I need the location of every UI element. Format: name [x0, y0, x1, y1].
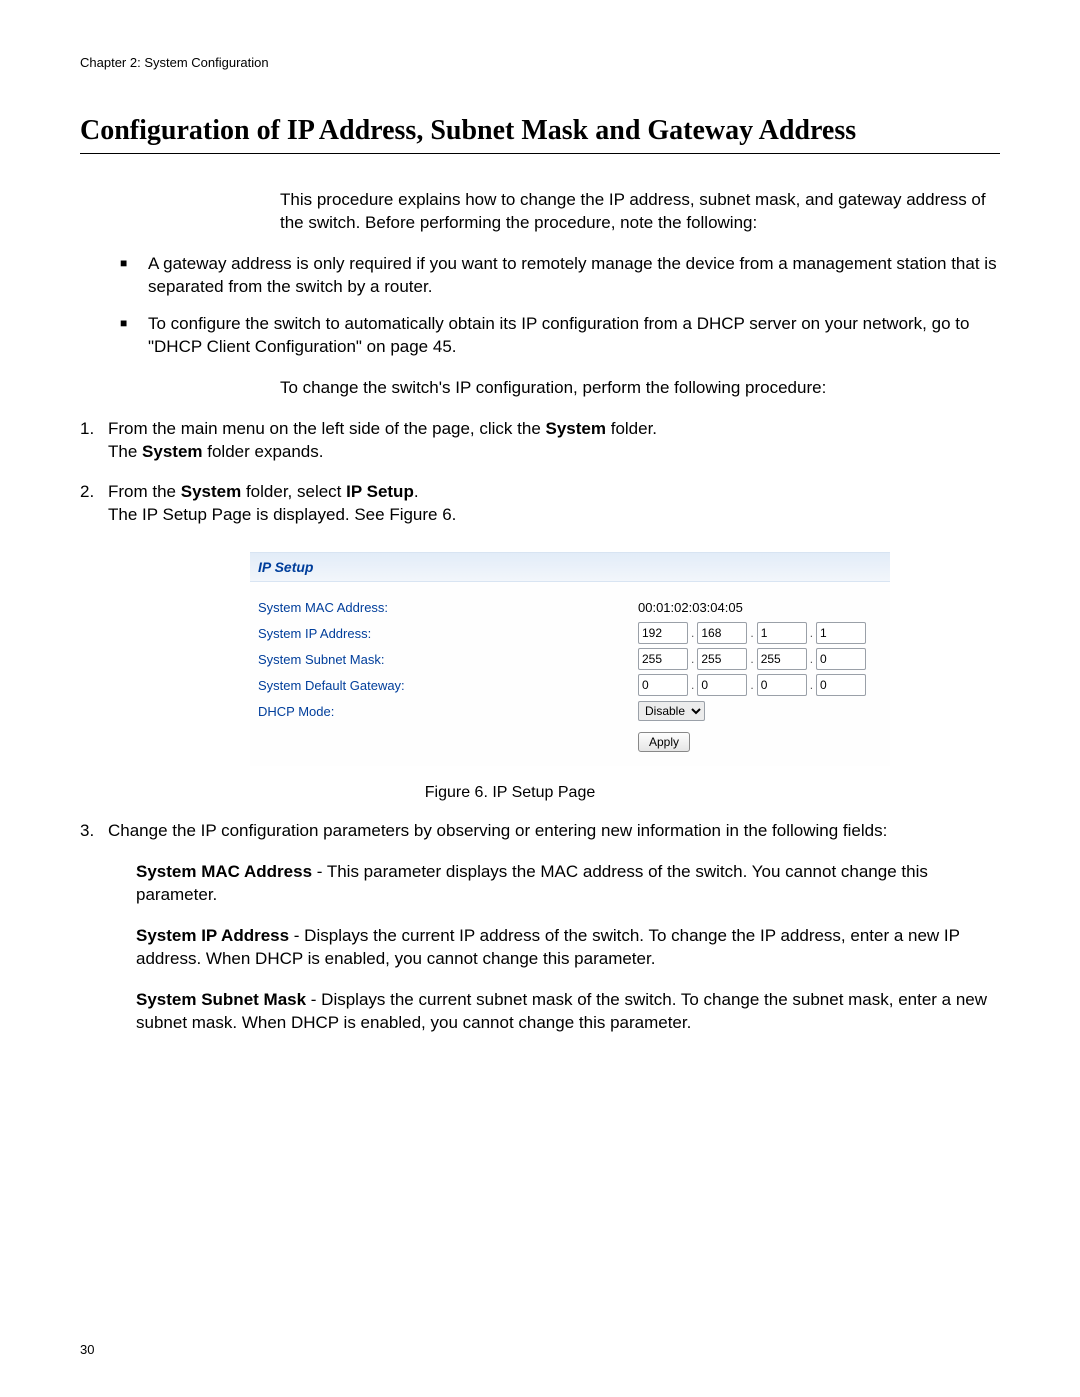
- dot-separator: .: [747, 652, 756, 666]
- row-dhcp: DHCP Mode: Disable: [258, 700, 882, 722]
- dot-separator: .: [807, 678, 816, 692]
- def-ip-bold: System IP Address: [136, 926, 289, 945]
- step-text: From the main menu on the left side of t…: [108, 419, 546, 438]
- gw-octet-4[interactable]: [816, 674, 866, 696]
- def-ip: System IP Address - Displays the current…: [108, 925, 1000, 971]
- steps-list: From the main menu on the left side of t…: [80, 418, 1000, 528]
- step-text: .: [414, 482, 419, 501]
- label-ip: System IP Address:: [258, 626, 638, 641]
- system-bold: System: [546, 419, 606, 438]
- ip-setup-header: IP Setup: [250, 552, 890, 582]
- system-bold: System: [181, 482, 241, 501]
- step-text: folder, select: [241, 482, 346, 501]
- step-text: The: [108, 442, 142, 461]
- gw-octet-2[interactable]: [697, 674, 747, 696]
- ip-octet-3[interactable]: [757, 622, 807, 644]
- label-gateway: System Default Gateway:: [258, 678, 638, 693]
- def-mask: System Subnet Mask - Displays the curren…: [108, 989, 1000, 1035]
- gateway-octets: . . .: [638, 674, 866, 696]
- mask-octet-1[interactable]: [638, 648, 688, 670]
- def-mask-bold: System Subnet Mask: [136, 990, 306, 1009]
- dot-separator: .: [747, 678, 756, 692]
- ip-octet-2[interactable]: [697, 622, 747, 644]
- bullet-item: To configure the switch to automatically…: [120, 313, 1000, 359]
- ipsetup-bold: IP Setup: [346, 482, 414, 501]
- dhcp-select[interactable]: Disable: [638, 701, 705, 721]
- apply-button[interactable]: Apply: [638, 732, 690, 752]
- label-dhcp: DHCP Mode:: [258, 704, 638, 719]
- step-text: Change the IP configuration parameters b…: [108, 821, 887, 840]
- step-3: Change the IP configuration parameters b…: [80, 820, 1000, 1035]
- dot-separator: .: [807, 652, 816, 666]
- step-1: From the main menu on the left side of t…: [80, 418, 1000, 464]
- intro-paragraph: This procedure explains how to change th…: [280, 189, 1000, 235]
- row-mask: System Subnet Mask: . . .: [258, 648, 882, 670]
- value-mac: 00:01:02:03:04:05: [638, 600, 743, 615]
- step-text: From the: [108, 482, 181, 501]
- mask-octets: . . .: [638, 648, 866, 670]
- gw-octet-3[interactable]: [757, 674, 807, 696]
- step-text: folder expands.: [203, 442, 324, 461]
- mask-octet-2[interactable]: [697, 648, 747, 670]
- def-mac-bold: System MAC Address: [136, 862, 312, 881]
- gw-octet-1[interactable]: [638, 674, 688, 696]
- mask-octet-3[interactable]: [757, 648, 807, 670]
- step-text: folder.: [606, 419, 657, 438]
- system-bold: System: [142, 442, 202, 461]
- row-apply: Apply: [258, 726, 882, 752]
- ip-setup-body: System MAC Address: 00:01:02:03:04:05 Sy…: [250, 582, 890, 766]
- page-title: Configuration of IP Address, Subnet Mask…: [80, 115, 1000, 154]
- ip-octet-1[interactable]: [638, 622, 688, 644]
- lead-in: To change the switch's IP configuration,…: [280, 377, 1000, 400]
- bullet-list: A gateway address is only required if yo…: [80, 253, 1000, 359]
- ip-setup-figure: IP Setup System MAC Address: 00:01:02:03…: [250, 552, 1000, 766]
- dot-separator: .: [688, 678, 697, 692]
- step-2: From the System folder, select IP Setup.…: [80, 481, 1000, 527]
- row-ip: System IP Address: . . .: [258, 622, 882, 644]
- def-mac: System MAC Address - This parameter disp…: [108, 861, 1000, 907]
- bullet-item: A gateway address is only required if yo…: [120, 253, 1000, 299]
- figure-caption: Figure 6. IP Setup Page: [280, 784, 740, 802]
- step-text: The IP Setup Page is displayed. See Figu…: [108, 505, 456, 524]
- chapter-header: Chapter 2: System Configuration: [80, 55, 1000, 70]
- ip-octet-4[interactable]: [816, 622, 866, 644]
- page-number: 30: [80, 1342, 94, 1357]
- label-mask: System Subnet Mask:: [258, 652, 638, 667]
- dot-separator: .: [688, 626, 697, 640]
- row-mac: System MAC Address: 00:01:02:03:04:05: [258, 596, 882, 618]
- label-mac: System MAC Address:: [258, 600, 638, 615]
- dot-separator: .: [747, 626, 756, 640]
- row-gateway: System Default Gateway: . . .: [258, 674, 882, 696]
- ip-octets: . . .: [638, 622, 866, 644]
- steps-list-cont: Change the IP configuration parameters b…: [80, 820, 1000, 1035]
- dot-separator: .: [688, 652, 697, 666]
- ip-setup-panel: IP Setup System MAC Address: 00:01:02:03…: [250, 552, 890, 766]
- dot-separator: .: [807, 626, 816, 640]
- mask-octet-4[interactable]: [816, 648, 866, 670]
